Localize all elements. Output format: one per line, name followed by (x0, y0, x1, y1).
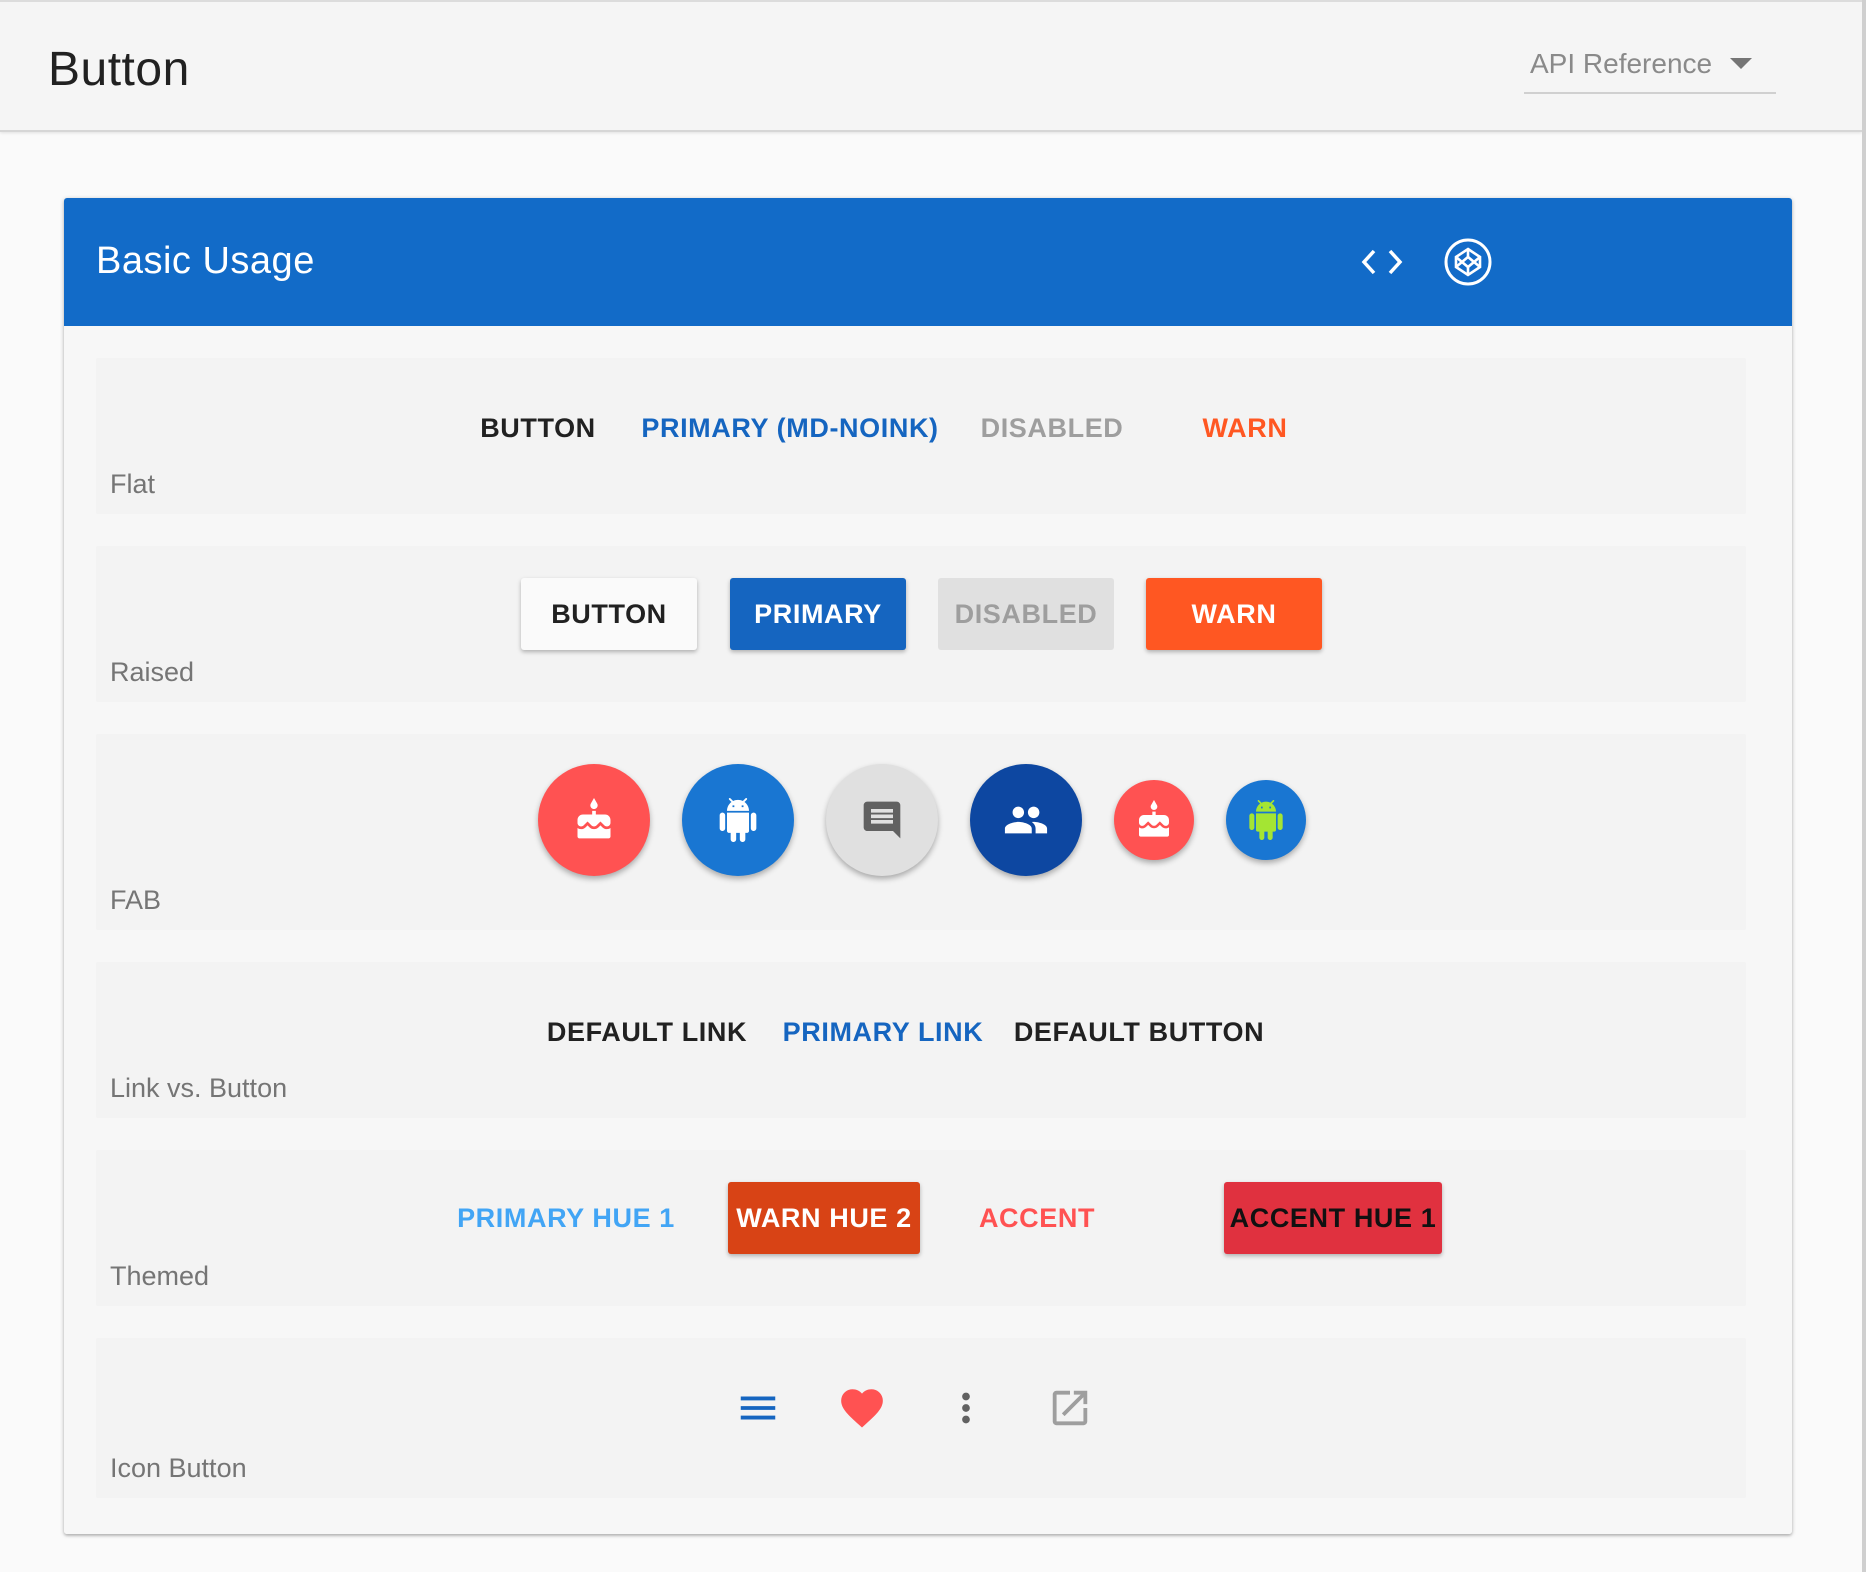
top-toolbar: Button API Reference (0, 0, 1862, 132)
fab-android-button[interactable] (682, 764, 794, 876)
api-reference-select-value: API Reference (1530, 48, 1713, 79)
fab-mini-cake-button[interactable] (1114, 780, 1194, 860)
fab-label: FAB (110, 885, 162, 915)
card-header: Basic Usage (64, 198, 1792, 326)
default-link[interactable]: Default Link (542, 1002, 752, 1062)
fab-cake-button[interactable] (538, 764, 650, 876)
more-vert-icon (962, 1392, 970, 1424)
default-button[interactable]: Default Button (1014, 1002, 1264, 1062)
api-reference-select[interactable]: API Reference (1524, 44, 1776, 94)
flat-disabled-button: Disabled (980, 412, 1124, 443)
raised-warn-button[interactable]: Warn (1146, 578, 1322, 650)
cake-icon (1139, 800, 1169, 837)
link-vs-button-demo: Default Link Primary Link Default Button… (96, 962, 1746, 1118)
raised-primary-button[interactable]: Primary (730, 578, 906, 650)
fab-message-button[interactable] (826, 764, 938, 876)
raised-demo: Button Primary Disabled Warn Raised (96, 546, 1746, 702)
fab-people-button[interactable] (970, 764, 1082, 876)
themed-demo: Primary Hue 1 Warn Hue 2 Accent Accent H… (96, 1150, 1746, 1306)
menu-icon (740, 1396, 776, 1420)
android-icon (1249, 800, 1283, 840)
warn-hue-2-button[interactable]: Warn Hue 2 (728, 1182, 920, 1254)
page-title: Button (48, 43, 190, 96)
code-icon (1361, 249, 1403, 275)
flat-button[interactable]: Button (468, 398, 608, 458)
basic-usage-card: Basic Usage Button Primary (md-noink) Di… (64, 198, 1792, 1534)
raised-button[interactable]: Button (521, 578, 697, 650)
open-in-new-button[interactable] (1038, 1376, 1102, 1440)
flat-demo: Button Primary (md-noink) Disabled Warn … (96, 358, 1746, 514)
cake-icon (577, 798, 611, 839)
dropdown-arrow-icon (1730, 58, 1752, 69)
heart-icon (841, 1389, 883, 1428)
card-title: Basic Usage (96, 240, 315, 282)
android-icon (719, 798, 757, 842)
primary-hue-1-button[interactable]: Primary Hue 1 (457, 1182, 674, 1254)
open-codepen-button[interactable] (1436, 230, 1500, 294)
fab-demo: FAB (96, 734, 1746, 930)
favorite-button[interactable] (830, 1376, 894, 1440)
icon-button-label: Icon Button (110, 1453, 247, 1483)
raised-label: Raised (110, 657, 195, 687)
flat-warn-button[interactable]: Warn (1180, 398, 1310, 458)
flat-primary-button[interactable]: Primary (md-noink) (634, 398, 946, 458)
menu-button[interactable] (726, 1376, 790, 1440)
raised-disabled-button: Disabled (938, 578, 1114, 650)
message-icon (863, 801, 901, 839)
scrollbar[interactable] (1862, 0, 1866, 1572)
people-icon (1004, 806, 1048, 834)
more-options-button[interactable] (934, 1376, 998, 1440)
primary-link[interactable]: Primary Link (778, 1002, 988, 1062)
accent-hue-1-button[interactable]: Accent Hue 1 (1224, 1182, 1442, 1254)
open-in-new-icon (1052, 1390, 1088, 1426)
themed-label: Themed (110, 1261, 210, 1291)
link-vs-button-label: Link vs. Button (110, 1073, 288, 1103)
card-body: Button Primary (md-noink) Disabled Warn … (64, 326, 1792, 1534)
view-source-button[interactable] (1350, 230, 1414, 294)
fab-mini-android-button[interactable] (1226, 780, 1306, 860)
codepen-icon (1444, 238, 1492, 286)
accent-button[interactable]: Accent (952, 1182, 1122, 1254)
icon-button-demo: Icon Button (96, 1338, 1746, 1498)
flat-label: Flat (110, 469, 156, 499)
